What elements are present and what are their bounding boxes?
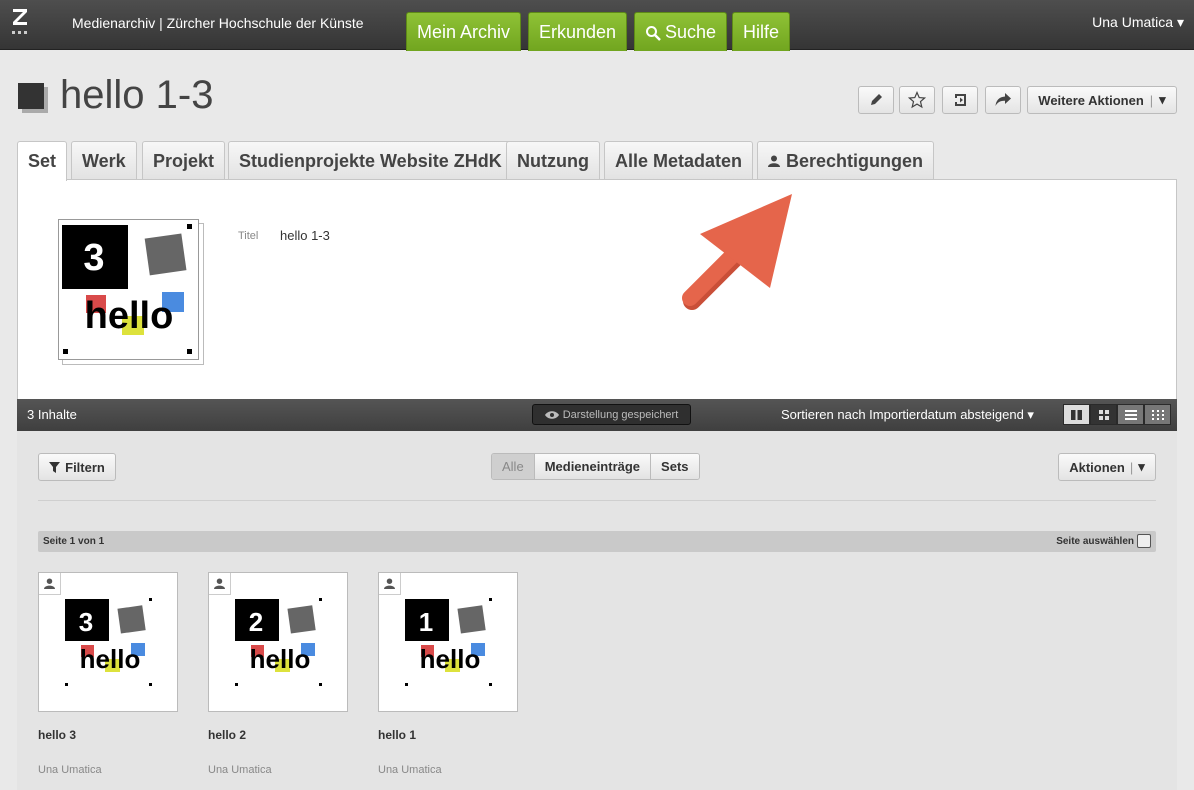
actions-button[interactable]: Aktionen | ▾ [1058,453,1156,481]
page-title: hello 1-3 [60,73,214,117]
top-bar: Medienarchiv | Zürcher Hochschule der Kü… [0,0,1194,51]
tab-berechtigungen[interactable]: Berechtigungen [757,141,935,180]
item-title[interactable]: hello 1 [378,728,416,742]
svg-text:3: 3 [79,607,93,637]
type-filter-segments: Alle Medieneinträge Sets [491,453,700,480]
item-owner: Una Umatica [38,764,102,776]
list-item-card[interactable]: 3 hello [38,572,178,712]
search-icon [646,26,661,42]
set-thumbnail-image: 3 hello [62,224,192,354]
caret-down-icon: ▾ [1138,459,1145,474]
more-actions-label: Weitere Aktionen [1038,92,1144,108]
set-thumbnail[interactable]: 3 hello [58,219,206,367]
pencil-icon [871,94,882,105]
item-thumbnail: 2 hello [235,598,322,686]
filter-button[interactable]: Filtern [38,453,116,481]
app-logo[interactable] [11,6,29,40]
view-tiles-button[interactable] [1144,404,1171,425]
item-title[interactable]: hello 2 [208,728,246,742]
segment-medieneintraege[interactable]: Medieneinträge [534,454,652,479]
filter-icon [49,461,61,473]
eye-icon [544,410,559,419]
import-icon [953,94,966,106]
user-icon [768,155,780,167]
nav-suche[interactable]: Suche [634,12,728,51]
actions-label: Aktionen [1069,459,1125,475]
view-list-button[interactable] [1117,404,1144,425]
segment-sets[interactable]: Sets [651,454,699,479]
caret-down-icon: ▾ [1159,92,1166,107]
nav-suche-label: Suche [665,22,717,42]
user-menu[interactable]: Una Umatica ▾ [1092,14,1184,31]
list-icon [1124,409,1137,420]
sort-dropdown[interactable]: Sortieren nach Importierdatum absteigend… [781,407,1034,423]
svg-text:hello: hello [80,644,141,674]
svg-text:1: 1 [419,607,433,637]
item-owner: Una Umatica [208,764,272,776]
share-icon [995,93,1011,106]
pagination-bar: Seite 1 von 1 Seite auswählen [38,531,1156,552]
edit-button[interactable] [858,86,894,114]
view-saved-label: Darstellung gespeichert [562,408,679,421]
view-grid-button[interactable] [1090,404,1117,425]
tab-nutzung[interactable]: Nutzung [506,141,600,180]
columns-icon [1071,409,1082,420]
list-item-card[interactable]: 2 hello [208,572,348,712]
star-icon [908,91,926,109]
svg-text:hello: hello [85,295,174,337]
svg-text:2: 2 [249,607,263,637]
item-owner: Una Umatica [378,764,442,776]
nav-mein-archiv[interactable]: Mein Archiv [406,12,522,51]
nav-hilfe[interactable]: Hilfe [732,12,791,51]
select-page-label: Seite auswählen [1056,536,1134,547]
meta-title-label: Titel [238,230,259,242]
tab-berechtigungen-label: Berechtigungen [786,150,924,171]
list-item-card[interactable]: 1 hello [378,572,518,712]
view-switcher [1063,404,1171,425]
view-columns-button[interactable] [1063,404,1090,425]
move-to-set-button[interactable] [942,86,978,114]
svg-text:hello: hello [420,644,481,674]
segment-alle[interactable]: Alle [492,454,535,479]
permission-user-icon [209,573,231,595]
set-icon [18,83,48,113]
item-title[interactable]: hello 3 [38,728,76,742]
tab-projekt[interactable]: Projekt [142,141,226,180]
share-button[interactable] [985,86,1021,114]
nav-erkunden[interactable]: Erkunden [528,12,628,51]
brand-title[interactable]: Medienarchiv | Zürcher Hochschule der Kü… [72,15,364,31]
permission-user-icon [39,573,61,595]
select-page-checkbox[interactable] [1137,534,1151,548]
tab-set[interactable]: Set [17,141,68,181]
favorite-button[interactable] [899,86,935,114]
filter-label: Filtern [65,459,105,475]
grid-icon [1098,409,1109,420]
svg-text:hello: hello [250,644,311,674]
tab-studienprojekte[interactable]: Studienprojekte Website ZHdK [228,141,513,180]
content-area [17,431,1177,790]
item-thumbnail: 1 hello [405,598,492,686]
permission-user-icon [379,573,401,595]
divider [38,500,1156,501]
content-count: 3 Inhalte [27,407,77,422]
view-saved-indicator[interactable]: Darstellung gespeichert [532,404,691,425]
annotation-arrow [682,194,792,310]
tab-alle-metadaten[interactable]: Alle Metadaten [604,141,754,180]
meta-title-value: hello 1-3 [280,228,330,243]
item-thumbnail: 3 hello [65,598,152,686]
more-actions-button[interactable]: Weitere Aktionen | ▾ [1027,86,1177,114]
list-toolbar: 3 Inhalte Darstellung gespeichert Sortie… [17,399,1177,431]
tab-werk[interactable]: Werk [71,141,137,180]
page-indicator: Seite 1 von 1 [43,536,105,547]
tiles-icon [1151,409,1164,420]
svg-text:3: 3 [83,237,104,279]
